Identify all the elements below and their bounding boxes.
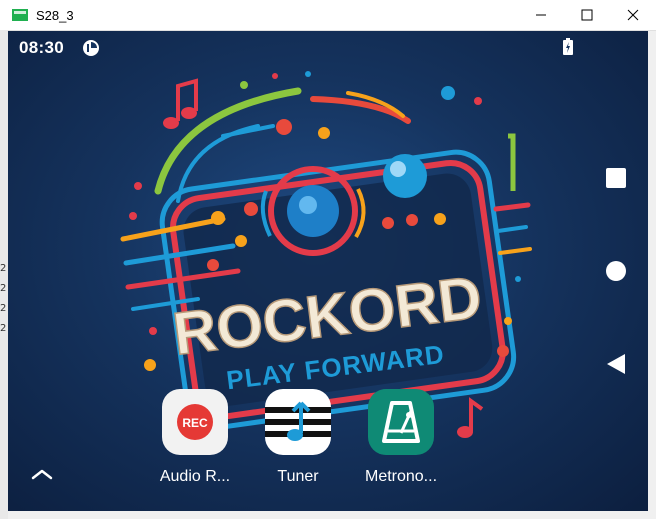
- device-screen: ROCKORD PLAY FORWARD 08:30 REC Audio R..…: [8, 31, 648, 511]
- battery-charging-icon: [563, 38, 573, 55]
- metronome-icon: [368, 389, 434, 455]
- minimize-icon[interactable]: [518, 0, 564, 30]
- window-right-edge: [648, 31, 656, 519]
- strip-text: 2: [0, 303, 7, 314]
- tuner-note-icon: [265, 389, 331, 455]
- pie-chart-icon: [83, 40, 99, 56]
- close-icon[interactable]: [610, 0, 656, 30]
- window-bottom-edge: [8, 511, 648, 519]
- app-tuner[interactable]: Tuner: [253, 389, 343, 486]
- app-label: Metrono...: [364, 468, 438, 485]
- maximize-icon[interactable]: [564, 0, 610, 30]
- strip-text: 2: [0, 263, 7, 274]
- status-time: 08:30: [19, 38, 64, 57]
- app-audio-recorder[interactable]: REC Audio R...: [150, 389, 240, 486]
- record-icon: REC: [162, 389, 228, 455]
- app-label: Audio R...: [159, 468, 231, 485]
- chevron-up-icon[interactable]: [30, 467, 54, 481]
- record-icon-text: REC: [182, 416, 208, 430]
- recents-square-icon[interactable]: [606, 168, 626, 188]
- strip-text: 2: [0, 323, 7, 334]
- app-window-icon: [12, 9, 28, 21]
- background-window-strip: 2 2 2 2: [0, 30, 8, 519]
- app-metronome[interactable]: Metrono...: [356, 389, 446, 486]
- back-triangle-icon[interactable]: [605, 352, 627, 376]
- window-titlebar: S28_3: [0, 0, 656, 31]
- app-label: Tuner: [277, 468, 319, 485]
- strip-text: 2: [0, 283, 7, 294]
- home-circle-icon[interactable]: [606, 261, 626, 281]
- window-title: S28_3: [36, 8, 74, 23]
